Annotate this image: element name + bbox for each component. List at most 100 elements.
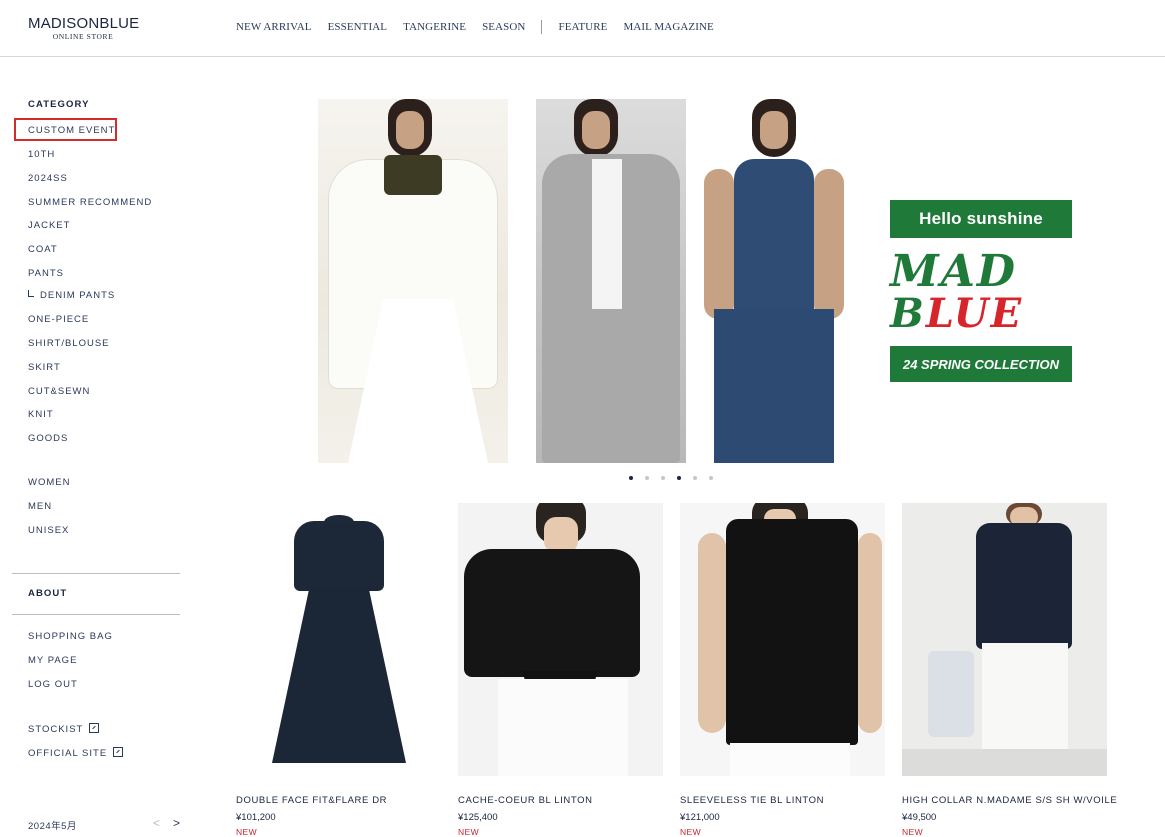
model-head-shape [752,99,796,157]
banner-logo-row2: BLUE [890,290,1023,337]
carousel-dot[interactable] [709,476,713,480]
carousel-dot[interactable] [677,476,681,480]
product-card[interactable]: HIGH COLLAR N.MADAME S/S SH W/VOILE ¥49,… [902,503,1117,837]
official-site-label: OFFICIAL SITE [28,748,108,759]
model-face-shape [582,111,610,149]
black-sleeveless-blouse-shape [726,519,858,745]
my-page-link[interactable]: MY PAGE [28,655,77,666]
denim-pants-shape [714,309,834,463]
category-2024ss[interactable]: 2024SS [28,173,68,184]
category-denim-pants[interactable]: DENIM PANTS [28,290,115,301]
nav-essential[interactable]: ESSENTIAL [328,21,388,33]
new-badge: NEW [458,827,480,837]
model-arm-shape [698,533,726,733]
product-image[interactable] [458,503,663,776]
category-knit[interactable]: KNIT [28,409,54,420]
banner-hello-sunshine: Hello sunshine [890,200,1072,238]
nav-divider [541,20,543,34]
product-card[interactable]: CACHE-COEUR BL LINTON ¥125,400 NEW [458,503,663,837]
nav-season[interactable]: SEASON [482,21,525,33]
model-arm-shape [704,169,734,319]
gender-unisex[interactable]: UNISEX [28,525,69,536]
category-pants[interactable]: PANTS [28,268,64,279]
carousel-dot[interactable] [629,476,633,480]
sub-category-corner-icon [28,290,34,297]
gender-women[interactable]: WOMEN [28,477,70,488]
banner-madblue-logo: MAD BLUE [890,246,1072,337]
category-coat[interactable]: COAT [28,244,58,255]
new-badge: NEW [236,827,258,837]
hero-carousel[interactable]: Hello sunshine MAD BLUE 24 SPRING COLLEC… [318,99,1078,463]
hero-model-image-white-jacket [318,99,508,463]
category-shirt-blouse[interactable]: SHIRT/BLOUSE [28,338,110,349]
product-image[interactable] [236,503,441,776]
spring-collection-banner: Hello sunshine MAD BLUE 24 SPRING COLLEC… [890,200,1072,382]
hero-model-image-grey-coat [536,99,686,463]
model-face-shape [760,111,788,149]
sidebar-divider [12,614,180,615]
stockist-label: STOCKIST [28,724,84,735]
about-link[interactable]: ABOUT [28,588,67,599]
top-nav: NEW ARRIVAL ESSENTIAL TANGERINE SEASON F… [236,20,730,34]
white-pants-shape [730,743,850,776]
product-name[interactable]: HIGH COLLAR N.MADAME S/S SH W/VOILE [902,795,1117,806]
product-name[interactable]: SLEEVELESS TIE BL LINTON [680,795,824,806]
gender-men[interactable]: MEN [28,501,52,512]
nav-feature[interactable]: FEATURE [558,21,607,33]
calendar-prev-icon[interactable]: < [153,816,160,830]
log-out-link[interactable]: LOG OUT [28,679,78,690]
shopping-bag-link[interactable]: SHOPPING BAG [28,631,113,642]
banner-collection-label: 24 SPRING COLLECTION [890,346,1072,382]
external-link-icon [113,747,124,757]
model-head-shape [574,99,618,157]
white-pants-shape [982,643,1068,763]
nav-new-arrival[interactable]: NEW ARRIVAL [236,21,312,33]
product-price: ¥49,500 [902,812,937,823]
dress-skirt-shape [272,587,406,763]
banner-logo-row2-green: B [890,290,926,337]
new-badge: NEW [902,827,924,837]
category-goods[interactable]: GOODS [28,433,68,444]
category-10th[interactable]: 10TH [28,149,55,160]
jacket-collar-shape [384,155,442,195]
carousel-dot[interactable] [661,476,665,480]
category-cut-sewn[interactable]: CUT&SEWN [28,386,90,397]
category-one-piece[interactable]: ONE-PIECE [28,314,89,325]
calendar-next-icon[interactable]: > [173,816,180,830]
product-price: ¥125,400 [458,812,498,823]
product-image[interactable] [680,503,885,776]
nav-mail-magazine[interactable]: MAIL MAGAZINE [623,21,713,33]
carousel-pagination [629,476,725,480]
product-image[interactable] [902,503,1107,776]
floor-shape [902,749,1107,776]
mesh-bag-shape [928,651,974,737]
site-header: MADISONBLUE ONLINE STORE NEW ARRIVAL ESS… [0,0,1165,57]
white-shirt-shape [592,159,622,309]
carousel-dot[interactable] [645,476,649,480]
nav-tangerine[interactable]: TANGERINE [403,21,466,33]
category-jacket[interactable]: JACKET [28,220,70,231]
dress-bodice-shape [294,521,384,591]
product-name[interactable]: DOUBLE FACE FIT&FLARE DR [236,795,387,806]
external-link-icon [89,723,100,733]
product-card[interactable]: DOUBLE FACE FIT&FLARE DR ¥101,200 NEW [236,503,441,837]
carousel-dot[interactable] [693,476,697,480]
model-face-shape [544,517,578,553]
model-head-shape [388,99,432,157]
model-face-shape [396,111,424,149]
product-price: ¥121,000 [680,812,720,823]
site-logo[interactable]: MADISONBLUE ONLINE STORE [28,15,139,41]
category-skirt[interactable]: SKIRT [28,362,61,373]
category-custom-event[interactable]: CUSTOM EVENT [28,125,115,136]
logo-sub-text: ONLINE STORE [52,32,114,41]
product-card[interactable]: SLEEVELESS TIE BL LINTON ¥121,000 NEW [680,503,885,837]
category-summer-recommend[interactable]: SUMMER RECOMMEND [28,197,152,208]
official-site-link[interactable]: OFFICIAL SITE [28,747,124,759]
hero-model-image-denim-vest [700,99,848,463]
product-name[interactable]: CACHE-COEUR BL LINTON [458,795,593,806]
stockist-link[interactable]: STOCKIST [28,723,100,735]
new-badge: NEW [680,827,702,837]
category-heading: CATEGORY [28,99,90,110]
white-pants-shape [498,679,628,776]
category-denim-pants-label: DENIM PANTS [40,290,116,301]
